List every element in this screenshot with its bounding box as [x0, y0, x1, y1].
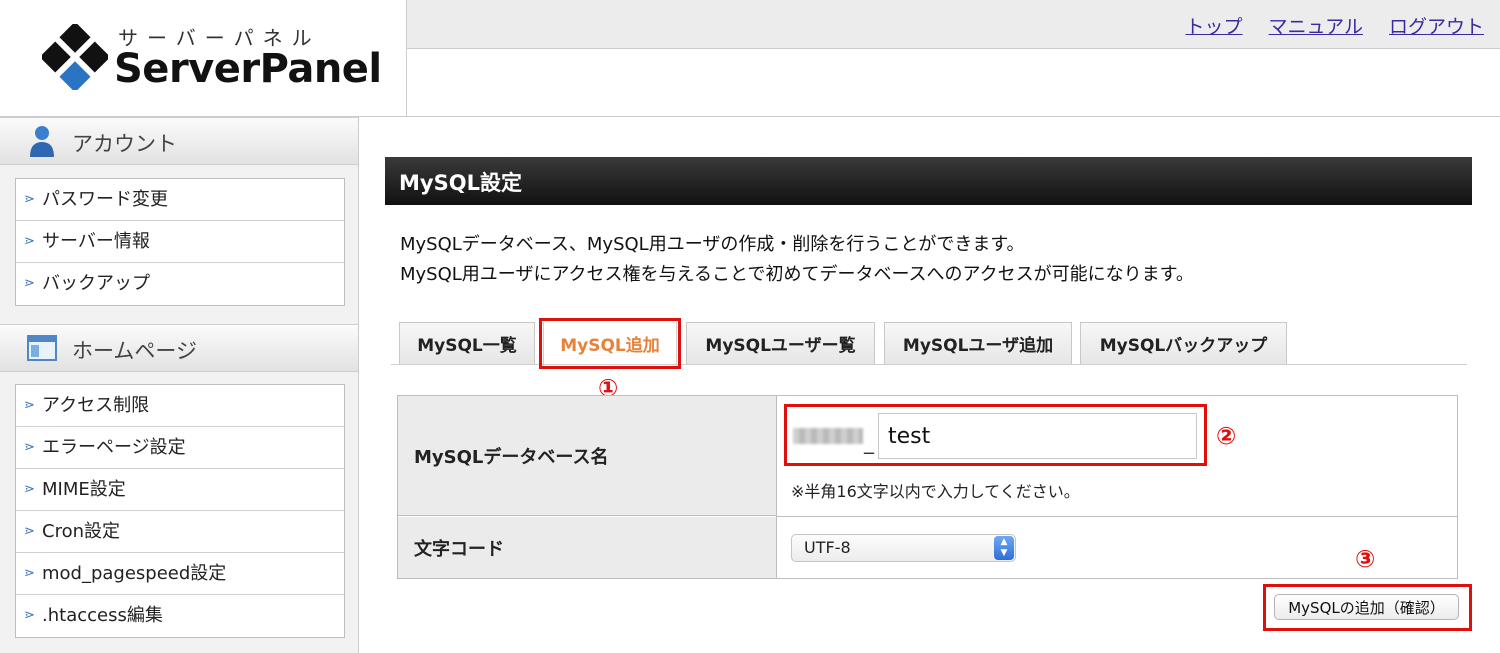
- sidebar-item-server-info[interactable]: ⋗ サーバー情報: [16, 221, 344, 263]
- sidebar-item-pagespeed[interactable]: ⋗ mod_pagespeed設定: [16, 553, 344, 595]
- manual-link[interactable]: マニュアル: [1269, 12, 1363, 39]
- header-nav: トップ マニュアル ログアウト: [1186, 12, 1484, 39]
- tab-mysql-backup[interactable]: MySQLバックアップ: [1080, 322, 1287, 364]
- arrow-icon: ⋗: [24, 566, 35, 581]
- header-spacer: [407, 49, 1500, 117]
- page-title-bar: MySQL設定: [385, 157, 1472, 205]
- db-name-note: ※半角16文字以内で入力してください。: [791, 482, 1080, 501]
- sidebar-item-htaccess[interactable]: ⋗ .htaccess編集: [16, 595, 344, 637]
- highlight-box-input: [784, 404, 1207, 466]
- logout-link[interactable]: ログアウト: [1389, 12, 1484, 39]
- sidebar-list-account: ⋗ パスワード変更 ⋗ サーバー情報 ⋗ バックアップ: [15, 178, 345, 306]
- sidebar-section-title: アカウント: [72, 132, 177, 156]
- description-line: MySQL用ユーザにアクセス権を与えることで初めてデータベースへのアクセスが可能…: [400, 264, 1194, 285]
- sidebar-item-access-restriction[interactable]: ⋗ アクセス制限: [16, 385, 344, 427]
- arrow-icon: ⋗: [24, 608, 35, 623]
- annotation-3: ③: [1355, 545, 1376, 573]
- annotation-2: ②: [1216, 422, 1237, 450]
- logo-text: ServerPanel: [114, 46, 382, 92]
- top-link[interactable]: トップ: [1186, 12, 1243, 39]
- arrow-icon: ⋗: [24, 398, 35, 413]
- tab-mysql-user-add[interactable]: MySQLユーザ追加: [884, 322, 1072, 364]
- sidebar-section-account: アカウント: [0, 117, 358, 165]
- arrow-icon: ⋗: [24, 234, 35, 249]
- arrow-icon: ⋗: [24, 192, 35, 207]
- arrow-icon: ⋗: [24, 524, 35, 539]
- arrow-icon: ⋗: [24, 276, 35, 291]
- mysql-add-confirm-button[interactable]: MySQLの追加（確認）: [1274, 594, 1459, 620]
- serverpanel-logo-icon: [42, 24, 108, 90]
- header-bar: トップ マニュアル ログアウト: [407, 0, 1500, 49]
- highlight-box-tab: [539, 318, 681, 369]
- charset-select[interactable]: UTF-8 ▲ ▼: [791, 534, 1016, 562]
- arrow-icon: ⋗: [24, 440, 35, 455]
- sidebar-item-password[interactable]: ⋗ パスワード変更: [16, 179, 344, 221]
- select-arrows-icon: ▲ ▼: [994, 536, 1014, 560]
- window-icon: [27, 335, 57, 361]
- db-name-label: MySQLデータベース名: [398, 396, 776, 516]
- table-row-divider: [776, 516, 1457, 517]
- charset-value: UTF-8: [804, 538, 851, 557]
- description-line: MySQLデータベース、MySQL用ユーザの作成・削除を行うことができます。: [400, 234, 1025, 255]
- sidebar-item-error-page[interactable]: ⋗ エラーページ設定: [16, 427, 344, 469]
- tab-mysql-list[interactable]: MySQL一覧: [399, 322, 535, 364]
- sidebar-list-homepage: ⋗ アクセス制限 ⋗ エラーページ設定 ⋗ MIME設定 ⋗ Cron設定 ⋗ mod_p…: [15, 384, 345, 638]
- logo-area: サーバーパネル ServerPanel: [0, 0, 407, 117]
- table-divider: [776, 396, 777, 578]
- description: MySQLデータベース、MySQL用ユーザの作成・削除を行うことができます。 M…: [400, 230, 1194, 290]
- user-icon: [30, 126, 54, 157]
- page-title: MySQL設定: [399, 171, 522, 195]
- sidebar-section-title: ホームページ: [72, 339, 197, 363]
- charset-label: 文字コード: [398, 517, 776, 578]
- sidebar-item-mime[interactable]: ⋗ MIME設定: [16, 469, 344, 511]
- sidebar-item-backup[interactable]: ⋗ バックアップ: [16, 263, 344, 305]
- tab-mysql-user-list[interactable]: MySQLユーザー覧: [686, 322, 875, 364]
- sidebar-item-cron[interactable]: ⋗ Cron設定: [16, 511, 344, 553]
- arrow-icon: ⋗: [24, 482, 35, 497]
- sidebar-section-homepage: ホームページ: [0, 324, 358, 372]
- sidebar: アカウント ⋗ パスワード変更 ⋗ サーバー情報 ⋗ バックアップ ホームページ ⋗ ア…: [0, 117, 359, 653]
